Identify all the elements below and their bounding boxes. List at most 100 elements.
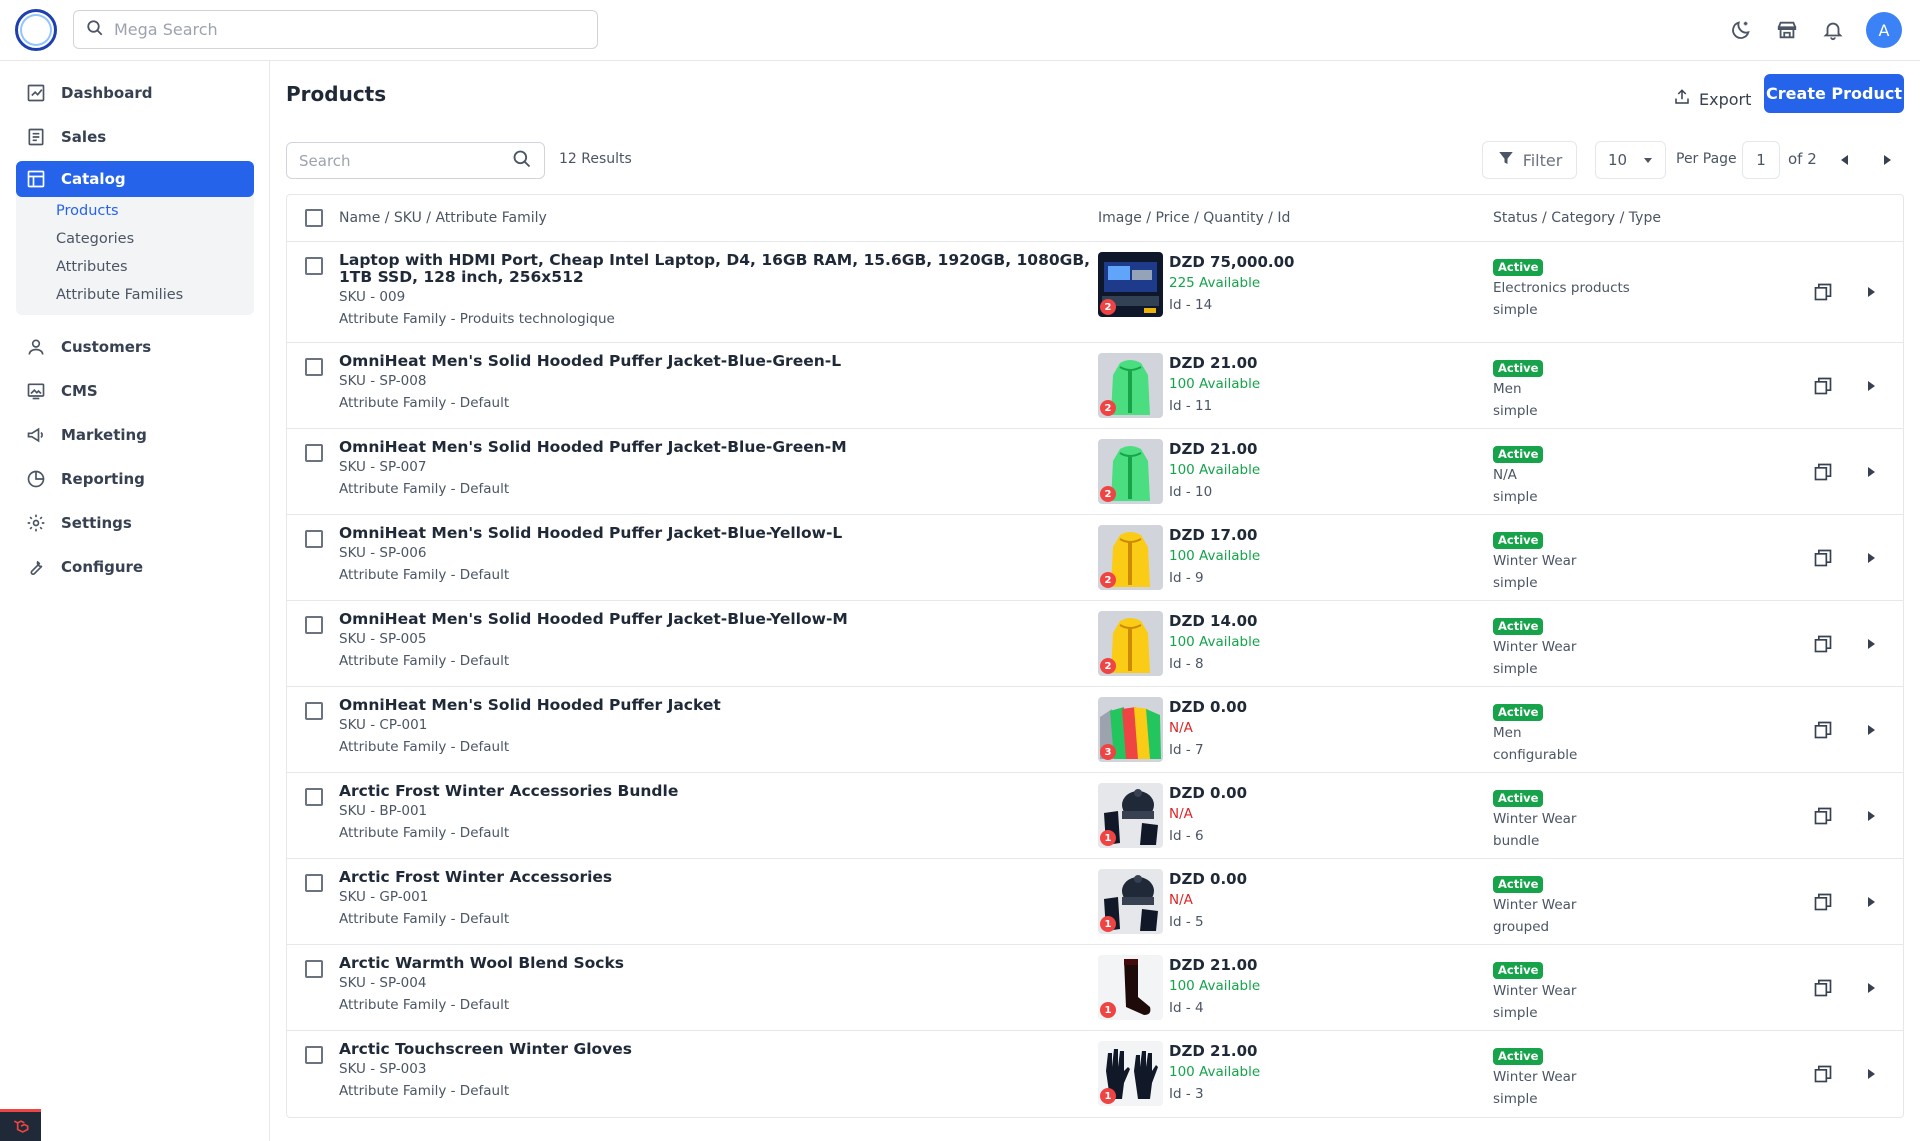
laravel-debugbar-icon[interactable] <box>0 1109 41 1141</box>
export-button[interactable]: Export <box>1667 82 1757 116</box>
product-search-placeholder: Search <box>299 151 351 170</box>
table-row[interactable]: OmniHeat Men's Solid Hooded Puffer Jacke… <box>287 515 1903 601</box>
row-checkbox[interactable] <box>305 358 323 376</box>
status-badge: Active <box>1493 360 1544 377</box>
product-thumbnail[interactable]: 2 <box>1098 611 1163 676</box>
product-thumbnail[interactable]: 3 <box>1098 697 1163 762</box>
sidebar-subitem-attributes[interactable]: Attributes <box>16 253 254 281</box>
next-page-icon[interactable] <box>1878 149 1896 171</box>
product-id: Id - 7 <box>1169 742 1204 758</box>
copy-icon[interactable] <box>1811 1062 1835 1086</box>
product-thumbnail[interactable]: 1 <box>1098 869 1163 934</box>
copy-icon[interactable] <box>1811 718 1835 742</box>
row-checkbox[interactable] <box>305 530 323 548</box>
view-arrow-icon[interactable] <box>1859 1062 1883 1086</box>
sidebar-item-reporting[interactable]: Reporting <box>16 457 254 501</box>
table-row[interactable]: OmniHeat Men's Solid Hooded Puffer Jacke… <box>287 687 1903 773</box>
table-row[interactable]: Arctic Frost Winter Accessories Bundle S… <box>287 773 1903 859</box>
sidebar-subitem-products[interactable]: Products <box>16 197 254 225</box>
sidebar-item-customers[interactable]: Customers <box>16 325 254 369</box>
sidebar-item-configure[interactable]: Configure <box>16 545 254 589</box>
sidebar-item-settings[interactable]: Settings <box>16 501 254 545</box>
product-attribute-family: Attribute Family - Default <box>339 825 510 841</box>
copy-icon[interactable] <box>1811 632 1835 656</box>
select-all-checkbox[interactable] <box>305 209 323 227</box>
table-row[interactable]: Arctic Touchscreen Winter Gloves SKU - S… <box>287 1031 1903 1117</box>
view-arrow-icon[interactable] <box>1859 374 1883 398</box>
row-checkbox[interactable] <box>305 1046 323 1064</box>
product-thumbnail[interactable]: 2 <box>1098 252 1163 317</box>
table-row[interactable]: OmniHeat Men's Solid Hooded Puffer Jacke… <box>287 343 1903 429</box>
filter-button[interactable]: Filter <box>1482 141 1577 179</box>
table-header: Name / SKU / Attribute Family Image / Pr… <box>287 195 1903 242</box>
sidebar-item-marketing[interactable]: Marketing <box>16 413 254 457</box>
row-checkbox[interactable] <box>305 702 323 720</box>
product-type: configurable <box>1493 747 1578 763</box>
copy-icon[interactable] <box>1811 890 1835 914</box>
product-sku: SKU - SP-004 <box>339 975 427 991</box>
table-row[interactable]: Arctic Frost Winter Accessories SKU - GP… <box>287 859 1903 945</box>
view-arrow-icon[interactable] <box>1859 890 1883 914</box>
view-arrow-icon[interactable] <box>1859 460 1883 484</box>
sidebar-item-sales[interactable]: Sales <box>16 115 254 159</box>
view-arrow-icon[interactable] <box>1859 632 1883 656</box>
sidebar-item-label: CMS <box>61 382 98 400</box>
sidebar-item-label: Settings <box>61 514 132 532</box>
image-count-badge: 1 <box>1100 830 1116 846</box>
product-thumbnail[interactable]: 1 <box>1098 783 1163 848</box>
product-thumbnail[interactable]: 2 <box>1098 525 1163 590</box>
product-sku: SKU - SP-008 <box>339 373 427 389</box>
sidebar-subitem-categories[interactable]: Categories <box>16 225 254 253</box>
column-header-name[interactable]: Name / SKU / Attribute Family <box>339 210 1098 226</box>
copy-icon[interactable] <box>1811 460 1835 484</box>
copy-icon[interactable] <box>1811 374 1835 398</box>
per-page-select[interactable]: 10 <box>1595 141 1666 179</box>
sidebar-item-dashboard[interactable]: Dashboard <box>16 71 254 115</box>
sidebar-item-label: Sales <box>61 128 107 146</box>
view-arrow-icon[interactable] <box>1859 804 1883 828</box>
copy-icon[interactable] <box>1811 976 1835 1000</box>
sidebar-subitem-attribute-families[interactable]: Attribute Families <box>16 281 254 309</box>
table-row[interactable]: OmniHeat Men's Solid Hooded Puffer Jacke… <box>287 429 1903 515</box>
column-header-image[interactable]: Image / Price / Quantity / Id <box>1098 210 1493 226</box>
create-product-button[interactable]: Create Product <box>1764 74 1904 113</box>
product-search-input[interactable]: Search <box>286 142 545 179</box>
user-avatar[interactable]: A <box>1866 12 1902 48</box>
product-type: simple <box>1493 575 1538 591</box>
row-checkbox[interactable] <box>305 257 323 275</box>
row-checkbox[interactable] <box>305 444 323 462</box>
app-logo[interactable] <box>15 9 57 51</box>
previous-page-icon[interactable] <box>1836 149 1854 171</box>
product-category: Electronics products <box>1493 280 1630 296</box>
copy-icon[interactable] <box>1811 280 1835 304</box>
view-arrow-icon[interactable] <box>1859 546 1883 570</box>
copy-icon[interactable] <box>1811 804 1835 828</box>
page-title: Products <box>286 82 387 106</box>
sidebar-item-cms[interactable]: CMS <box>16 369 254 413</box>
storefront-icon[interactable] <box>1774 17 1800 43</box>
view-arrow-icon[interactable] <box>1859 280 1883 304</box>
product-thumbnail[interactable]: 2 <box>1098 439 1163 504</box>
view-arrow-icon[interactable] <box>1859 976 1883 1000</box>
dark-mode-icon[interactable] <box>1728 17 1754 43</box>
product-thumbnail[interactable]: 1 <box>1098 1041 1163 1106</box>
row-checkbox[interactable] <box>305 874 323 892</box>
notification-bell-icon[interactable] <box>1820 17 1846 43</box>
copy-icon[interactable] <box>1811 546 1835 570</box>
mega-search-input[interactable]: Mega Search <box>73 10 598 49</box>
row-checkbox[interactable] <box>305 788 323 806</box>
row-checkbox[interactable] <box>305 616 323 634</box>
table-row[interactable]: Arctic Warmth Wool Blend Socks SKU - SP-… <box>287 945 1903 1031</box>
product-id: Id - 4 <box>1169 1000 1204 1016</box>
product-category: Men <box>1493 381 1522 397</box>
table-row[interactable]: OmniHeat Men's Solid Hooded Puffer Jacke… <box>287 601 1903 687</box>
page-number-input[interactable]: 1 <box>1742 141 1780 179</box>
row-checkbox[interactable] <box>305 960 323 978</box>
view-arrow-icon[interactable] <box>1859 718 1883 742</box>
status-badge: Active <box>1493 1048 1544 1065</box>
product-thumbnail[interactable]: 2 <box>1098 353 1163 418</box>
table-row[interactable]: Laptop with HDMI Port, Cheap Intel Lapto… <box>287 242 1903 343</box>
product-thumbnail[interactable]: 1 <box>1098 955 1163 1020</box>
column-header-status[interactable]: Status / Category / Type <box>1493 210 1793 226</box>
sidebar-item-catalog[interactable]: Catalog <box>16 161 254 197</box>
